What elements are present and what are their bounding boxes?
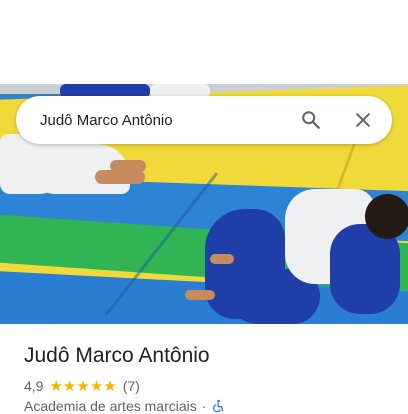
place-category: Academia de artes marciais: [24, 398, 197, 414]
close-icon: [356, 113, 370, 127]
star-icon: ★: [89, 377, 104, 395]
photo-person-feet: [95, 170, 145, 184]
star-icon: ★: [49, 377, 63, 395]
star-icon: ★: [62, 377, 77, 395]
separator: ·: [201, 398, 207, 414]
search-icon: [302, 111, 320, 129]
photo-person-feet: [210, 254, 234, 264]
photo-person-feet: [110, 160, 146, 172]
photo-person-head: [365, 194, 408, 239]
rating-stars: ★ ★ ★ ★ ★: [49, 379, 116, 394]
category-row: Academia de artes marciais ·: [24, 398, 225, 414]
close-button[interactable]: [350, 107, 376, 133]
map-top-area: [0, 0, 408, 84]
review-count[interactable]: (7): [123, 378, 140, 394]
place-info-panel: Judô Marco Antônio 4,9 ★ ★ ★ ★ ★ (7) Aca…: [0, 324, 408, 414]
search-bar[interactable]: Judô Marco Antônio: [16, 96, 392, 144]
star-icon: ★: [103, 377, 117, 395]
place-title: Judô Marco Antônio: [24, 344, 210, 367]
star-icon: ★: [76, 377, 90, 395]
photo-person-feet: [185, 290, 215, 300]
rating-row[interactable]: 4,9 ★ ★ ★ ★ ★ (7): [24, 377, 140, 395]
search-input[interactable]: Judô Marco Antônio: [40, 112, 298, 129]
search-button[interactable]: [298, 107, 324, 133]
wheelchair-icon: [213, 399, 224, 413]
rating-value: 4,9: [24, 378, 44, 394]
